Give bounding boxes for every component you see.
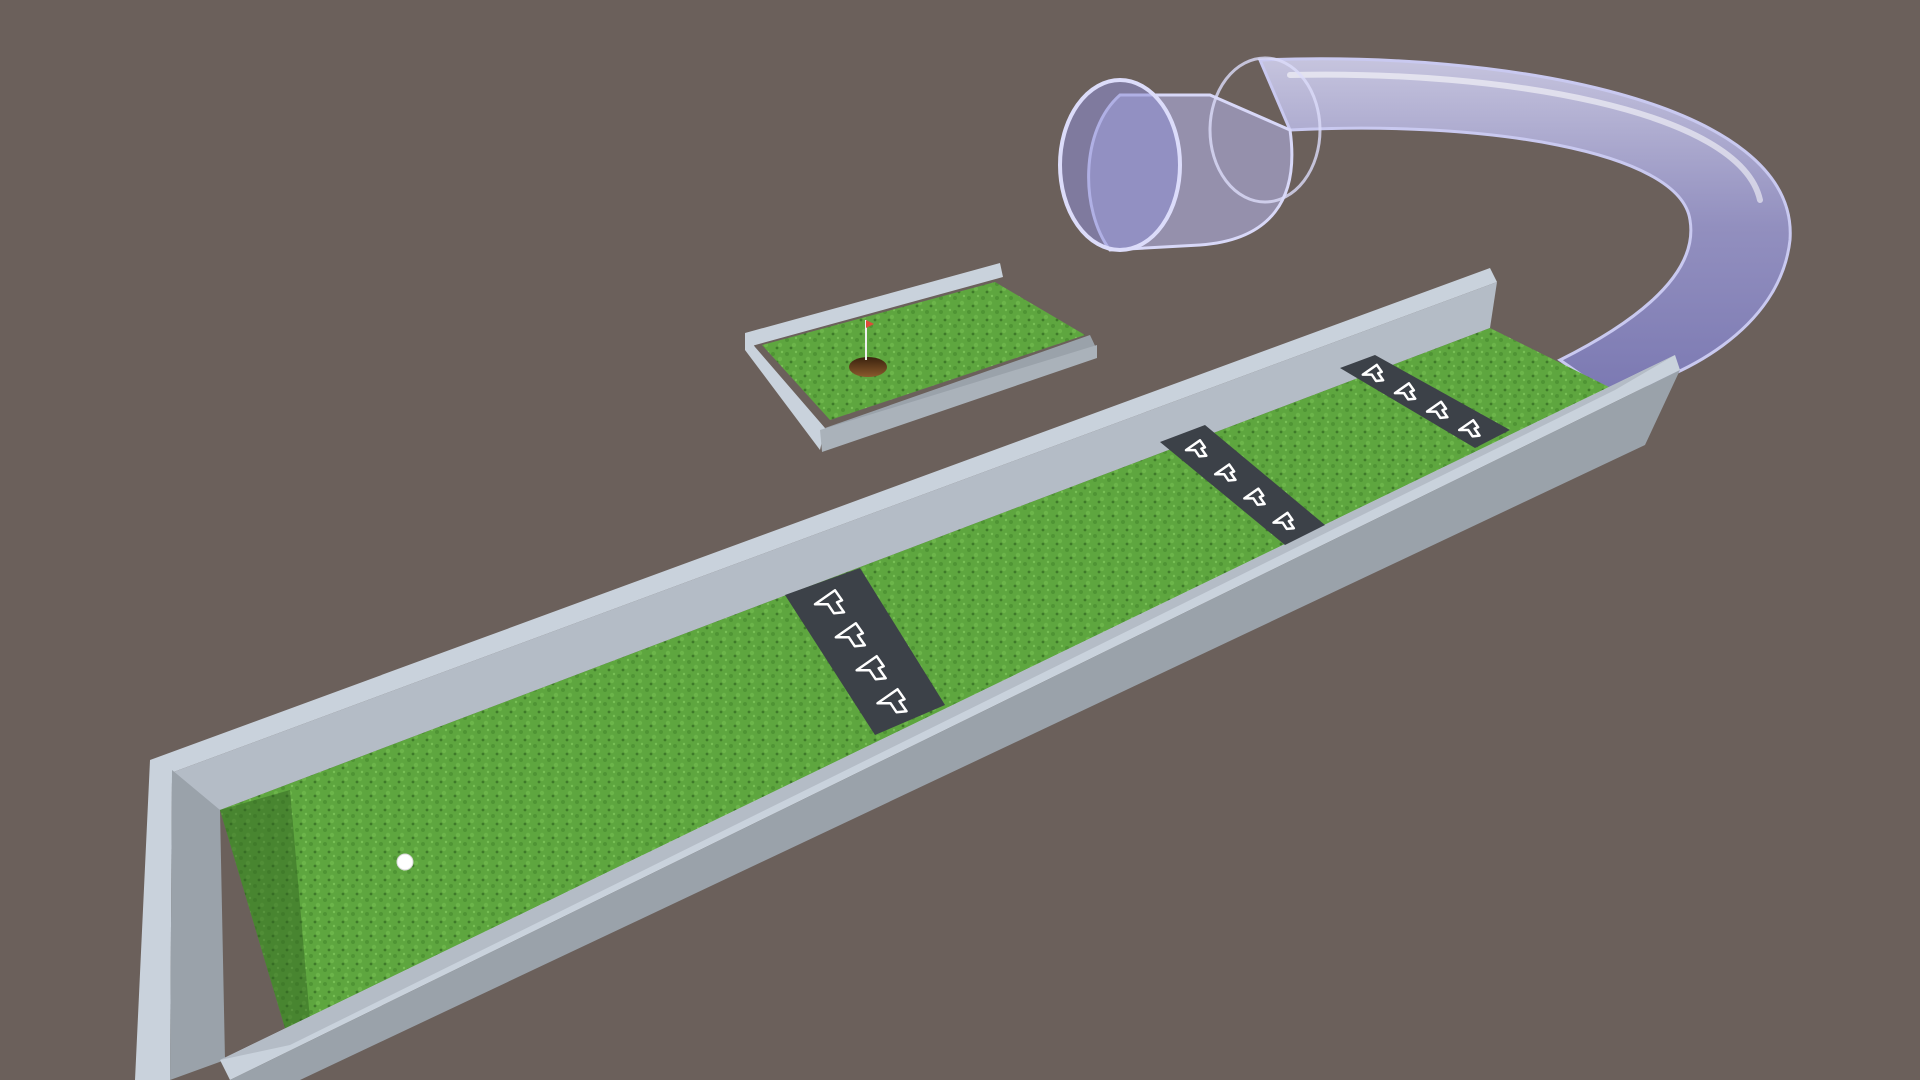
fairway-wall-left-top	[135, 760, 172, 1080]
goal-green	[745, 263, 1097, 452]
golf-ball[interactable]	[396, 853, 414, 871]
tube-mouth	[1058, 78, 1182, 252]
fairway-wall-left-face	[170, 770, 225, 1080]
game-viewport[interactable]	[0, 0, 1920, 1080]
hole	[849, 357, 887, 377]
